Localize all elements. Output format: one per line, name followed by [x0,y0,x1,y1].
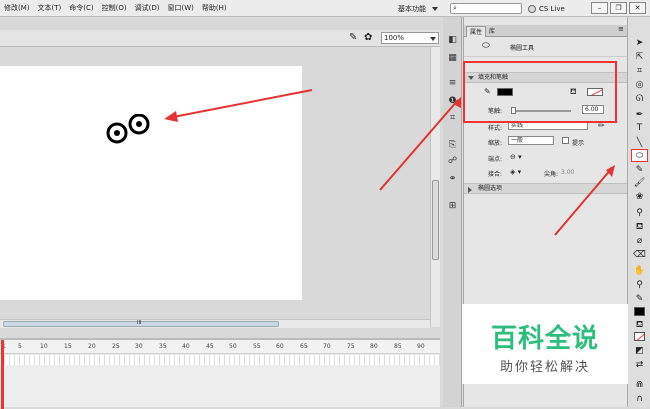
annotation-arrow-props [379,99,459,191]
annotation-arrow-shape [167,89,313,119]
watermark: 百科全说 助你轻松解决 [462,304,628,384]
annotation-arrowhead-tool [606,165,615,177]
annotation-arrowhead-props [453,97,461,108]
watermark-title: 百科全说 [490,324,599,354]
annotation-arrowhead-shape [164,111,178,122]
annotation-arrow-tool [554,167,613,236]
watermark-subtitle: 助你轻松解决 [499,360,590,375]
